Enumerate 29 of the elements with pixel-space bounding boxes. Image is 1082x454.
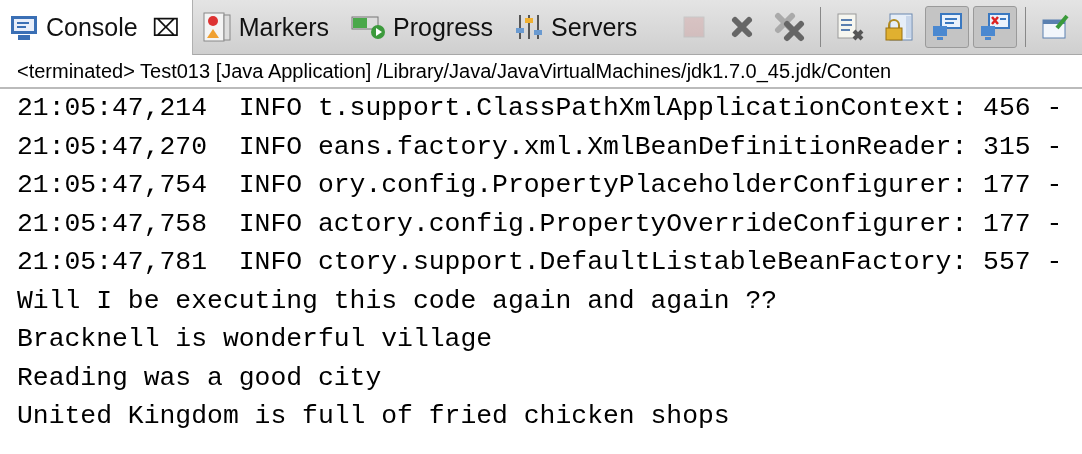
console-line: 21:05:47,270 INFO eans.factory.xml.XmlBeanDefinitionReader: 315 - <box>17 130 1064 164</box>
close-icon <box>729 14 755 40</box>
toolbar-button[interactable] <box>973 6 1017 48</box>
monitor-error-icon <box>979 12 1011 42</box>
sliders-icon <box>515 13 544 41</box>
process-label: <terminated> Test013 [Java Application] /Library/Java/JavaVirtualMachines/jdk1.7.0_45.jdk/Conten <box>0 55 1082 89</box>
markers-icon <box>202 12 231 42</box>
monitor-icon <box>10 14 38 41</box>
console-line: 21:05:47,781 INFO ctory.support.DefaultListableBeanFactory: 557 - <box>17 246 1064 279</box>
view-tab[interactable]: Progress <box>341 0 506 54</box>
view-tab[interactable]: Servers <box>505 0 650 54</box>
view-tab[interactable]: Markers <box>192 0 342 54</box>
monitor-message-icon <box>931 12 963 42</box>
console-line: United Kingdom is full of fried chicken shops <box>17 400 731 433</box>
lock-icon <box>884 12 914 42</box>
console-line: Will I be executing this code again and again ?? <box>17 284 779 318</box>
console-line: 21:05:47,214 INFO t.support.ClassPathXmlApplicationContext: 456 - <box>17 92 1064 125</box>
console-line: Bracknell is wonderful village <box>17 323 494 356</box>
view-tab[interactable]: Console ⌧ <box>0 0 193 55</box>
console-line: 21:05:47,758 INFO actory.config.PropertyOverrideConfigurer: 177 - <box>17 207 1064 241</box>
stop-icon <box>681 14 707 40</box>
console-line: Reading was a good city <box>17 361 383 395</box>
progress-icon <box>351 14 386 40</box>
pin-icon <box>1041 12 1071 42</box>
console-line: 21:05:47,754 INFO ory.config.PropertyPlaceholderConfigurer: 177 - <box>17 169 1064 202</box>
clear-document-icon <box>836 12 866 42</box>
toolbar-button[interactable] <box>925 6 969 48</box>
double-close-icon <box>774 12 806 42</box>
close-tab-button[interactable]: ⌧ <box>151 13 180 42</box>
